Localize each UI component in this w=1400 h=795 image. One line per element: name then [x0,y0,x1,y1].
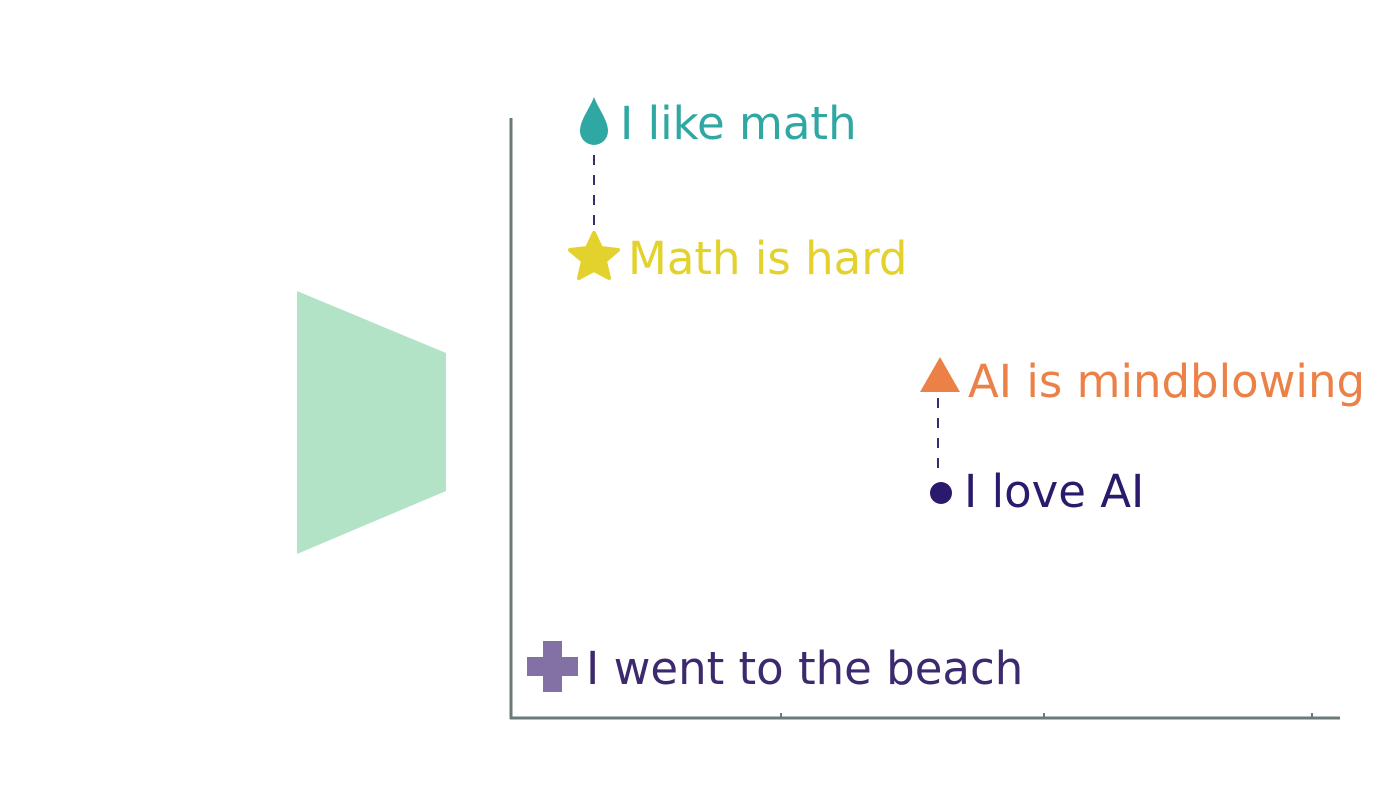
point-math-hard: Math is hard [568,231,908,285]
star-icon [568,231,620,280]
plus-icon [527,641,578,692]
diagram-canvas: I like math Math is hard AI is mindblowi… [297,97,1365,720]
point-ai-mindblowing: AI is mindblowing [920,355,1365,408]
point-love-ai: I love AI [930,465,1144,518]
point-label: I like math [620,97,857,150]
point-label: I went to the beach [586,642,1023,695]
point-label: Math is hard [628,232,908,285]
embedding-diagram: I like math Math is hard AI is mindblowi… [0,0,1400,795]
encoder-shape [297,291,446,554]
point-beach: I went to the beach [527,641,1023,695]
point-label: I love AI [964,465,1144,518]
circle-icon [930,482,952,504]
point-label: AI is mindblowing [968,355,1365,408]
point-like-math: I like math [580,97,857,150]
drop-icon [580,97,608,145]
triangle-icon [920,357,960,392]
